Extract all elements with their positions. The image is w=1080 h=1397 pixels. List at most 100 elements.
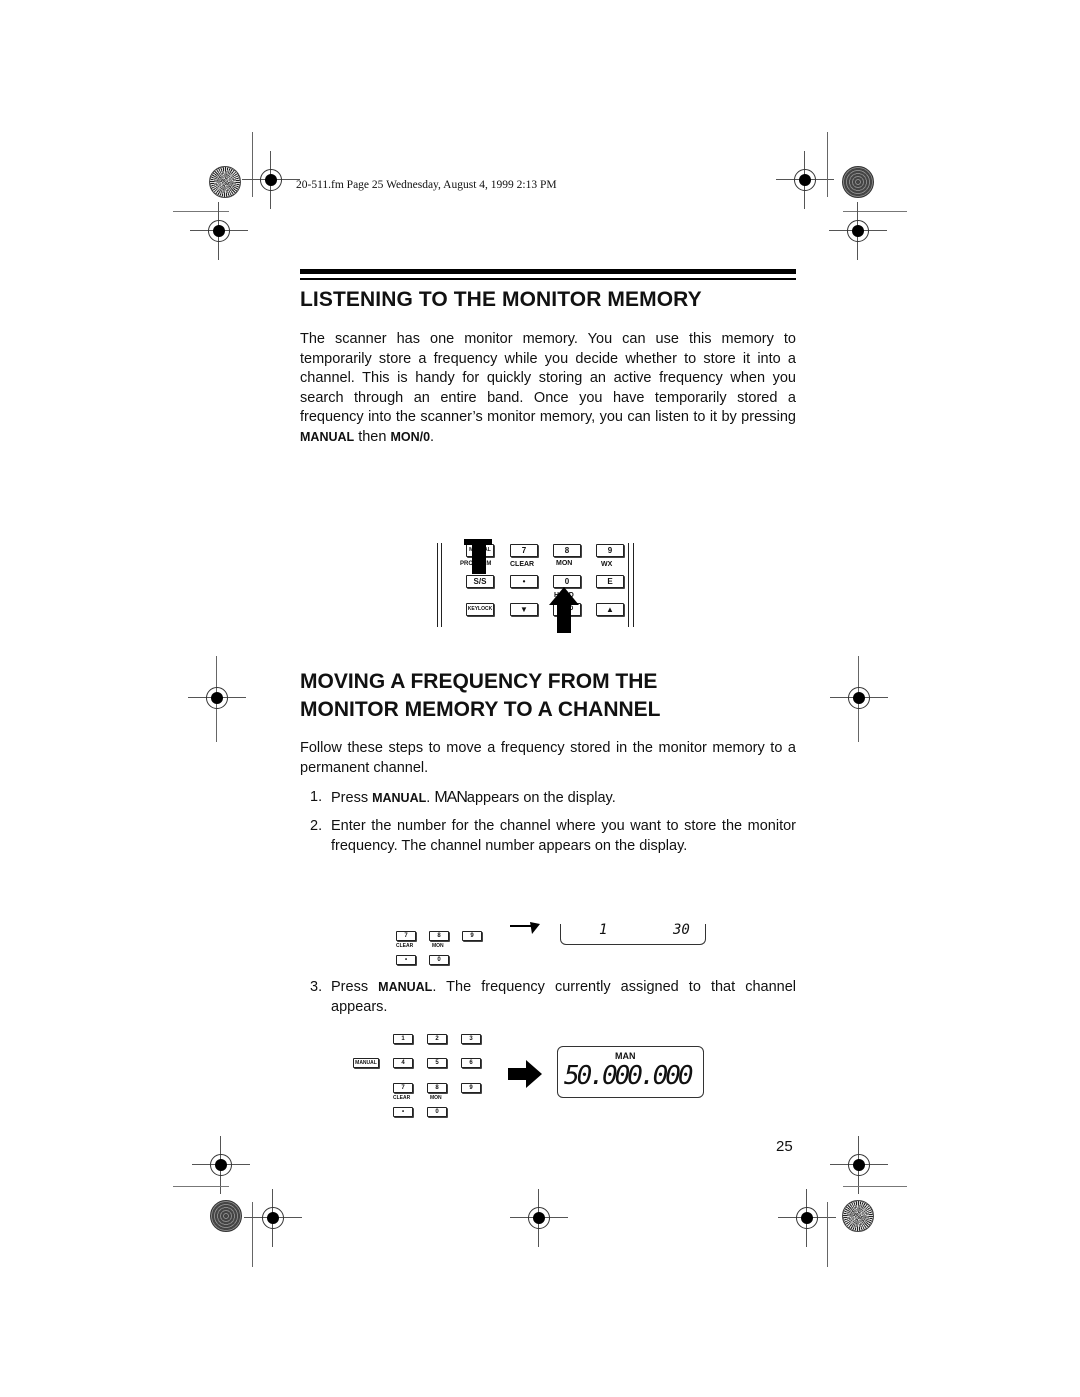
key-8[interactable]: 8	[427, 1083, 447, 1093]
registration-mark-icon	[188, 683, 246, 713]
key-label: MON	[556, 560, 573, 567]
manual-frequency-figure: 1 2 3 MANUAL 4 5 6 7 8 9 CLEAR MON • 0 M…	[345, 1025, 715, 1125]
registration-starburst-icon	[209, 166, 241, 198]
lcd-display: 1 30	[560, 922, 706, 945]
crop-mark	[827, 132, 828, 197]
lcd-display: MAN 50.000.000	[557, 1046, 704, 1098]
key-0[interactable]: 0	[427, 1107, 447, 1117]
key-4[interactable]: 4	[393, 1058, 413, 1068]
step-text: Press MANUAL. MANappears on the display.	[331, 788, 796, 809]
key-label: MON	[432, 943, 444, 949]
title-line: MONITOR MEMORY TO A CHANNEL	[300, 698, 661, 721]
key-3[interactable]: 3	[461, 1034, 481, 1044]
key-label: CLEAR	[396, 943, 414, 949]
step-text-part: appears on the display.	[466, 790, 616, 806]
key-dot[interactable]: •	[510, 575, 538, 588]
section-title: MOVING A FREQUENCY FROM THE MONITOR MEMO…	[300, 668, 661, 724]
key-name: MANUAL	[300, 429, 355, 444]
key-2[interactable]: 2	[427, 1034, 447, 1044]
key-dot[interactable]: •	[393, 1107, 413, 1117]
section-rule	[300, 269, 796, 274]
registration-mark-icon	[190, 202, 248, 260]
key-9[interactable]: 9	[596, 544, 624, 557]
registration-disc-icon	[210, 1200, 242, 1232]
key-8[interactable]: 8	[553, 544, 581, 557]
keypad-figure: MANUAL 7 8 9 PROGRAM CLEAR MON WX S/S • …	[430, 535, 650, 635]
channel-entry-figure: 7 8 9 CLEAR MON • 0 1 30	[380, 910, 720, 970]
key-7[interactable]: 7	[393, 1083, 413, 1093]
key-label: CLEAR	[393, 1095, 411, 1101]
step-number: 2.	[310, 818, 323, 834]
arrow-right-icon	[508, 1060, 542, 1088]
step-text-part: Press	[331, 979, 379, 995]
arrow-right-icon	[510, 922, 540, 934]
device-edge	[441, 543, 442, 627]
arrow-up-icon	[549, 587, 579, 633]
registration-mark-icon	[830, 683, 888, 713]
key-5[interactable]: 5	[427, 1058, 447, 1068]
section-body: The scanner has one monitor memory. You …	[300, 330, 796, 447]
registration-mark-icon	[829, 202, 887, 260]
body-text: then	[354, 428, 391, 445]
lcd-frequency: 50.000.000	[564, 1061, 694, 1091]
body-text: .	[430, 428, 435, 445]
section-rule	[300, 278, 796, 280]
key-scan-stop[interactable]: S/S	[466, 575, 494, 588]
page-number: 25	[776, 1138, 793, 1155]
crop-mark	[173, 1186, 229, 1187]
arrow-down-icon	[464, 539, 492, 574]
key-0[interactable]: 0	[429, 955, 449, 965]
key-1[interactable]: 1	[393, 1034, 413, 1044]
key-6[interactable]: 6	[461, 1058, 481, 1068]
registration-mark-icon	[192, 1136, 250, 1194]
device-edge	[633, 543, 634, 627]
section-intro: Follow these steps to move a frequency s…	[300, 740, 796, 776]
lcd-channel-left: 1	[599, 922, 608, 938]
key-e[interactable]: E	[596, 575, 624, 588]
registration-mark-icon	[778, 1189, 836, 1247]
key-7[interactable]: 7	[510, 544, 538, 557]
registration-mark-icon	[830, 1136, 888, 1194]
key-name: MANUAL	[378, 980, 433, 994]
key-up[interactable]: ▲	[596, 603, 624, 616]
device-edge	[437, 543, 438, 627]
step-number: 1.	[310, 789, 323, 805]
section-title: LISTENING TO THE MONITOR MEMORY	[300, 288, 702, 311]
key-down[interactable]: ▼	[510, 603, 538, 616]
device-edge	[628, 543, 629, 627]
registration-mark-icon	[776, 151, 834, 209]
key-label: WX	[601, 561, 613, 568]
key-dot[interactable]: •	[396, 955, 416, 965]
body-text: The scanner has one monitor memory. You …	[300, 331, 796, 425]
title-line: MOVING A FREQUENCY FROM THE	[300, 670, 658, 693]
registration-disc-icon	[842, 166, 874, 198]
crop-mark	[173, 211, 229, 212]
crop-mark	[843, 1186, 907, 1187]
lcd-indicator: MAN	[434, 789, 468, 806]
key-9[interactable]: 9	[462, 931, 482, 941]
step-text: Enter the number for the channel where y…	[331, 818, 796, 854]
file-info-header: 20-511.fm Page 25 Wednesday, August 4, 1…	[296, 179, 557, 191]
key-name: MON/0	[390, 429, 431, 444]
lcd-channel-right: 30	[673, 922, 690, 938]
key-9[interactable]: 9	[461, 1083, 481, 1093]
registration-mark-icon	[244, 1189, 302, 1247]
key-name: MANUAL	[372, 791, 427, 805]
crop-mark	[843, 211, 907, 212]
key-manual[interactable]: MANUAL	[353, 1058, 379, 1068]
key-7[interactable]: 7	[396, 931, 416, 941]
key-label: CLEAR	[510, 561, 535, 568]
registration-mark-icon	[242, 151, 300, 209]
crop-mark	[252, 132, 253, 197]
crop-mark	[252, 1202, 253, 1267]
step-number: 3.	[310, 979, 323, 995]
step-text-part: Press	[331, 790, 373, 806]
crop-mark	[827, 1202, 828, 1267]
step-text: Press MANUAL. The frequency currently as…	[331, 978, 796, 1017]
registration-mark-icon	[510, 1189, 568, 1247]
key-8[interactable]: 8	[429, 931, 449, 941]
registration-starburst-icon	[842, 1200, 874, 1232]
key-label: MON	[430, 1095, 442, 1101]
lcd-mode-indicator: MAN	[615, 1051, 636, 1061]
key-keylock[interactable]: KEYLOCK	[466, 603, 494, 616]
